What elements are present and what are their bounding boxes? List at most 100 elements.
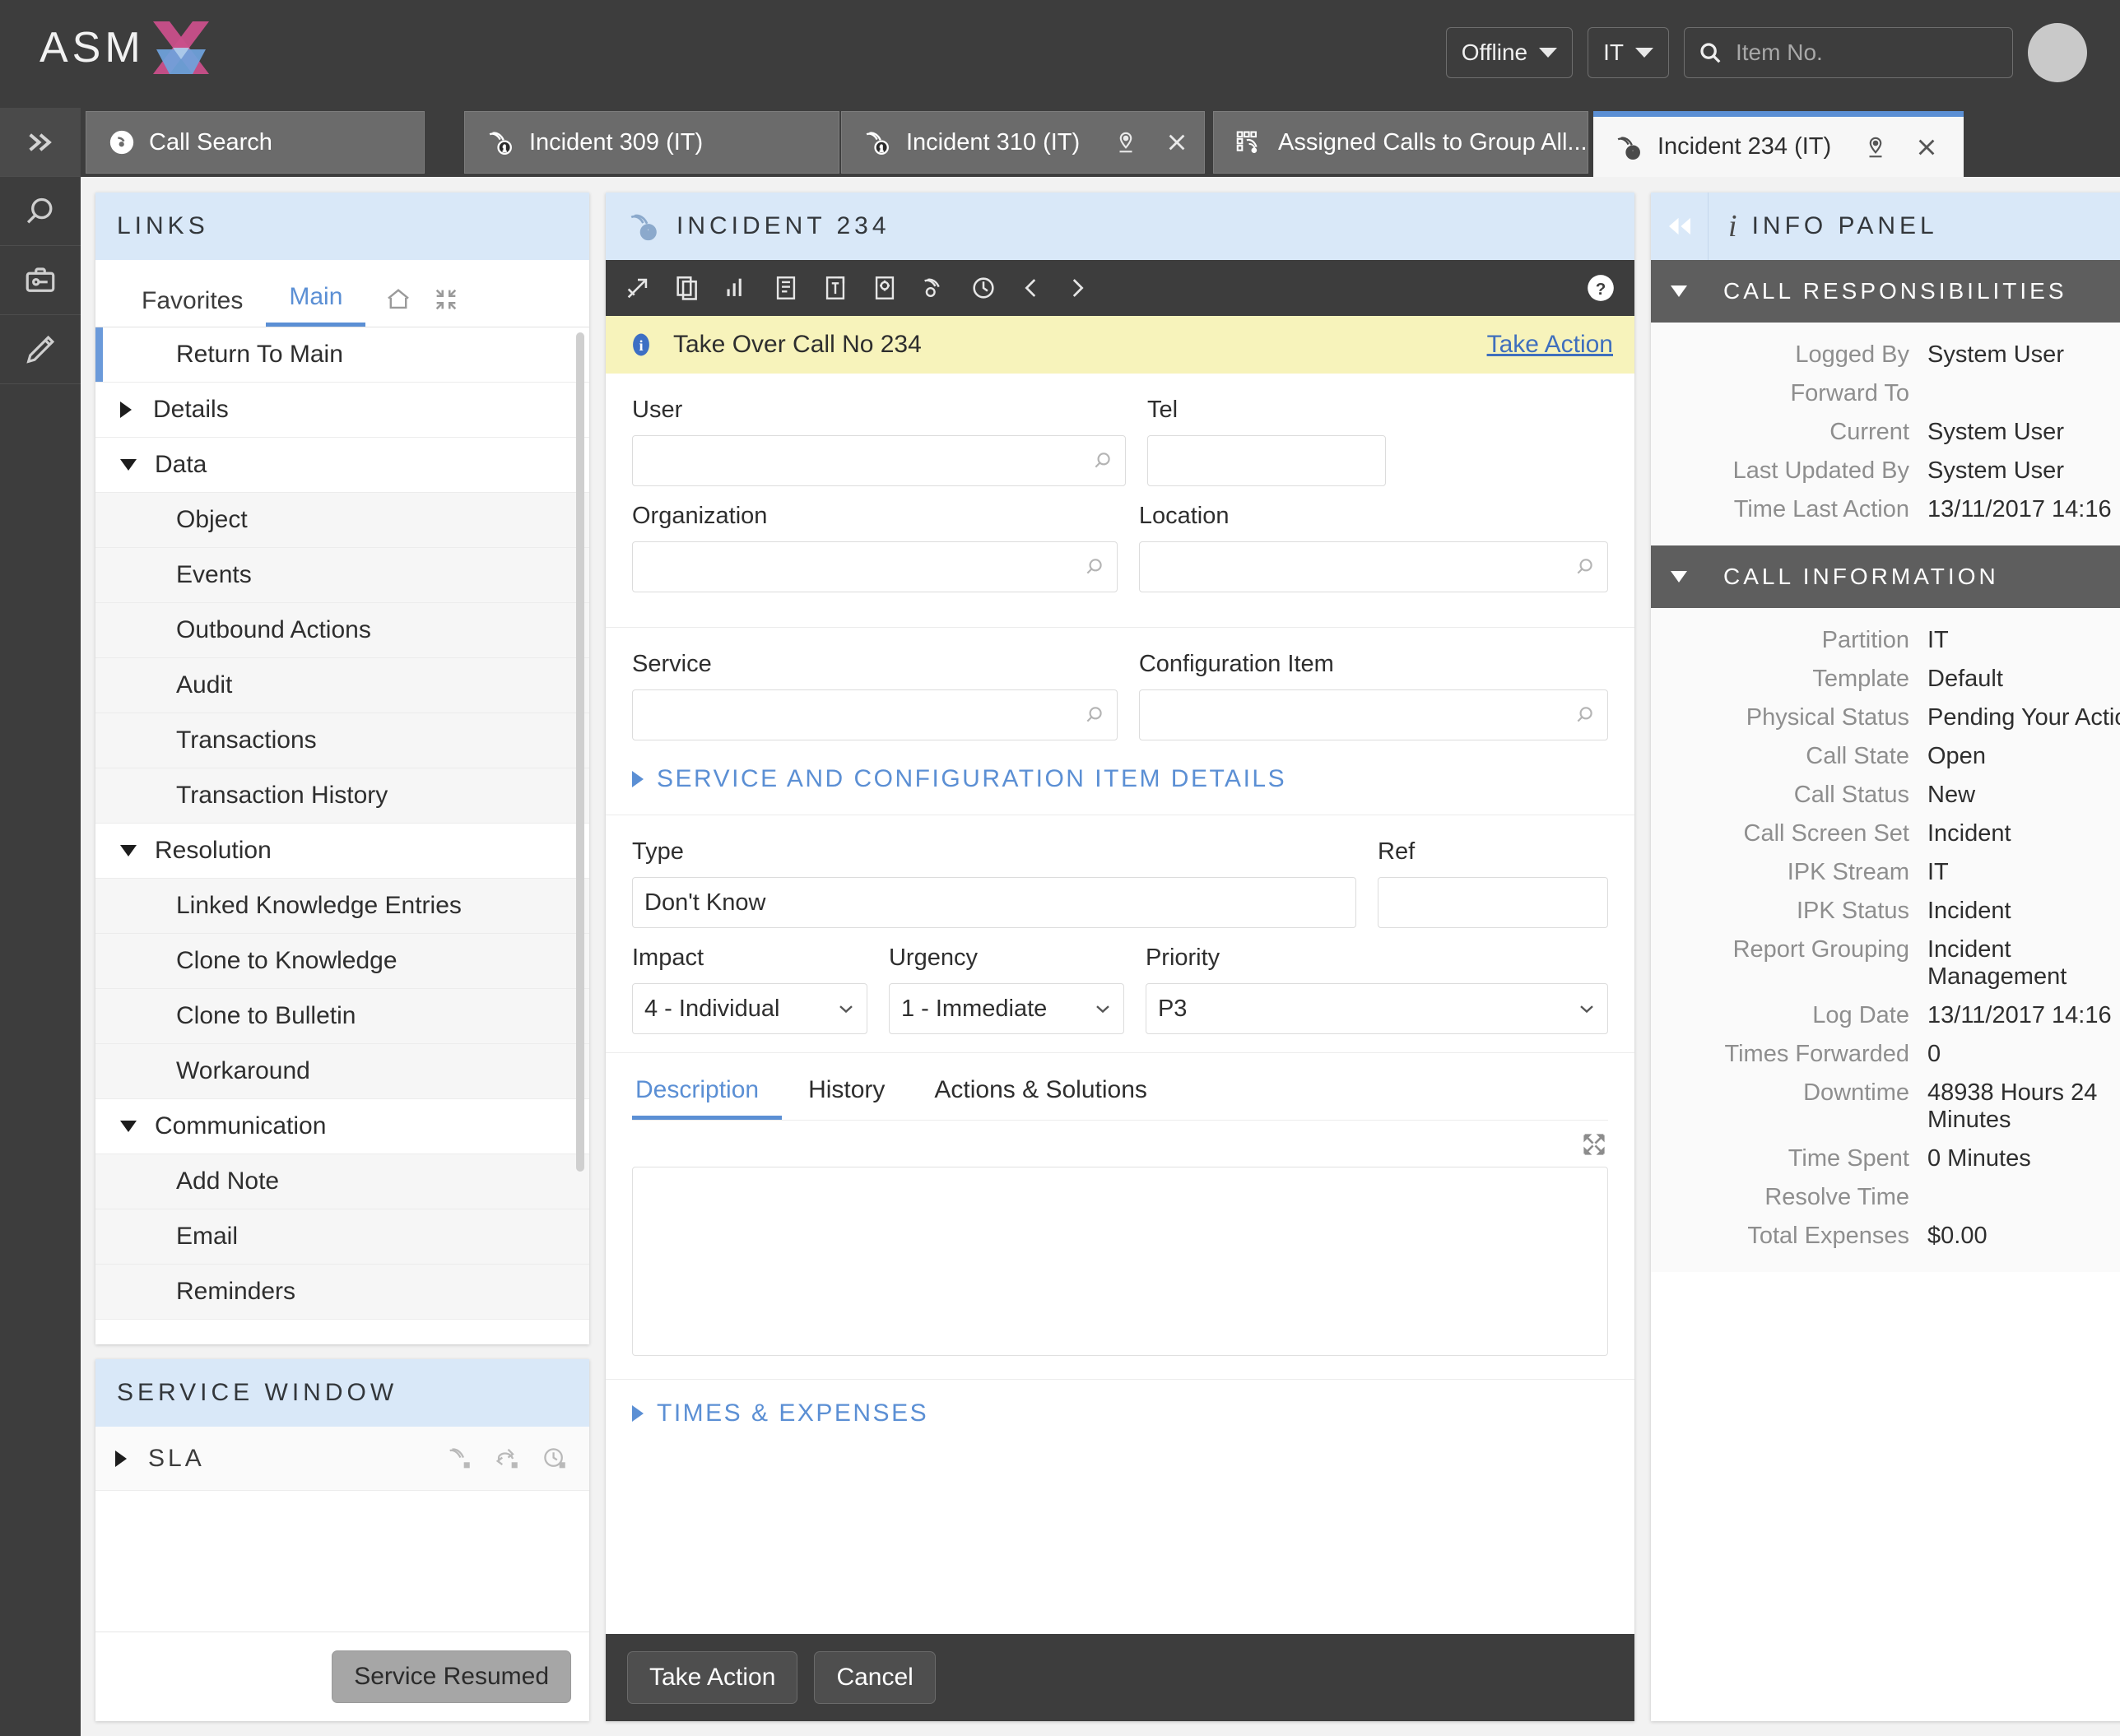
location-input[interactable] — [1138, 541, 1608, 592]
item-search-box[interactable]: Item No. — [1684, 27, 2013, 78]
configuration-item-input[interactable] — [1138, 689, 1608, 740]
link-group-communication[interactable]: Communication — [95, 1099, 589, 1154]
tab-incident-310[interactable]: i Incident 310 (IT) — [841, 111, 1205, 174]
call-icon[interactable] — [920, 274, 948, 302]
tab-description[interactable]: Description — [632, 1076, 783, 1120]
chart-icon[interactable] — [723, 274, 751, 302]
info-row: Total Expenses $0.00 — [1651, 1217, 2120, 1256]
type-input[interactable]: Don't Know — [632, 877, 1356, 928]
avatar[interactable] — [2028, 23, 2087, 82]
rail-edit-button[interactable] — [0, 315, 81, 384]
search-icon[interactable] — [1092, 450, 1113, 471]
link-item-clone-to-bulletin[interactable]: Clone to Bulletin — [95, 989, 589, 1044]
incident-footer: Take Action Cancel — [606, 1634, 1634, 1721]
link-item-linked-knowledge-entries[interactable]: Linked Knowledge Entries — [95, 879, 589, 934]
link-item-email[interactable]: Email — [95, 1209, 589, 1265]
info-key: Current — [1829, 419, 1909, 445]
user-input[interactable] — [632, 435, 1126, 486]
search-input[interactable]: Item No. — [1736, 39, 1823, 66]
tab-call-search[interactable]: Call Search — [86, 111, 425, 174]
help-icon[interactable]: ? — [1585, 272, 1616, 304]
link-item-transactions[interactable]: Transactions — [95, 713, 589, 768]
link-item-events[interactable]: Events — [95, 548, 589, 603]
rail-toolbox-button[interactable] — [0, 246, 81, 315]
close-icon[interactable] — [1915, 136, 1938, 159]
sla-row[interactable]: SLA — [95, 1427, 589, 1491]
document-icon[interactable] — [772, 274, 800, 302]
impact-urgency-priority-row: Impact 4 - Individual Urgency 1 - Immedi… — [632, 945, 1608, 1034]
link-item-object[interactable]: Object — [95, 493, 589, 548]
expand-icon[interactable] — [1580, 1130, 1608, 1158]
link-group-data[interactable]: Data — [95, 438, 589, 493]
link-item-transaction-history[interactable]: Transaction History — [95, 768, 589, 824]
status-dropdown[interactable]: Offline — [1445, 27, 1574, 78]
links-scrollbar[interactable] — [576, 332, 584, 1172]
info-key: Times Forwarded — [1724, 1041, 1909, 1067]
description-textarea[interactable] — [632, 1167, 1608, 1356]
priority-select[interactable]: P3 — [1145, 983, 1608, 1034]
clock-icon[interactable] — [969, 274, 997, 302]
document-export-icon[interactable] — [821, 274, 849, 302]
notice-take-action-link[interactable]: Take Action — [1487, 331, 1613, 359]
search-icon[interactable] — [1084, 704, 1105, 726]
tab-main[interactable]: Main — [266, 283, 366, 327]
search-icon[interactable] — [1574, 556, 1596, 578]
link-item-return-to-main[interactable]: Return To Main — [95, 327, 589, 383]
link-item-add-note[interactable]: Add Note — [95, 1154, 589, 1209]
info-key: Partition — [1821, 627, 1909, 653]
link-item-workaround[interactable]: Workaround — [95, 1044, 589, 1099]
pin-icon[interactable] — [1864, 135, 1887, 160]
call-responsibilities-list: Logged By System User Forward To Current… — [1651, 323, 2120, 545]
take-action-button[interactable]: Take Action — [627, 1651, 798, 1704]
link-item-clone-to-knowledge[interactable]: Clone to Knowledge — [95, 934, 589, 989]
copy-icon[interactable] — [673, 274, 701, 302]
service-resumed-button[interactable]: Service Resumed — [332, 1650, 571, 1703]
detach-icon[interactable] — [624, 274, 652, 302]
link-group-details[interactable]: Details — [95, 383, 589, 438]
next-icon[interactable] — [1065, 274, 1090, 302]
prev-icon[interactable] — [1019, 274, 1044, 302]
app-logo[interactable]: ASM — [40, 18, 212, 77]
link-item-audit[interactable]: Audit — [95, 658, 589, 713]
search-icon[interactable] — [1574, 704, 1596, 726]
rail-expand-button[interactable] — [0, 108, 81, 177]
tab-incident-234[interactable]: i Incident 234 (IT) — [1593, 111, 1964, 177]
settings-doc-icon[interactable] — [871, 274, 899, 302]
pin-icon[interactable] — [1114, 130, 1137, 155]
call-hold-icon[interactable] — [444, 1445, 474, 1473]
collapse-icon[interactable] — [431, 285, 461, 313]
link-label: Communication — [155, 1112, 327, 1140]
tab-incident-309[interactable]: i Incident 309 (IT) — [464, 111, 839, 174]
cancel-button[interactable]: Cancel — [814, 1651, 936, 1704]
urgency-select[interactable]: 1 - Immediate — [888, 983, 1124, 1034]
chevron-down-icon — [120, 845, 137, 856]
tab-actions-solutions[interactable]: Actions & Solutions — [931, 1076, 1169, 1120]
clock-hold-icon[interactable] — [540, 1445, 570, 1473]
links-icon-row — [365, 285, 461, 327]
tab-favorites[interactable]: Favorites — [119, 287, 266, 327]
call-responsibilities-header[interactable]: CALL RESPONSIBILITIES — [1651, 260, 2120, 323]
call-information-header[interactable]: CALL INFORMATION — [1651, 545, 2120, 608]
times-expenses-toggle[interactable]: TIMES & EXPENSES — [606, 1379, 1634, 1449]
link-label: Audit — [176, 671, 233, 699]
chevron-down-icon — [1671, 285, 1687, 297]
impact-select[interactable]: 4 - Individual — [632, 983, 867, 1034]
service-input[interactable] — [632, 689, 1118, 740]
service-ci-details-toggle[interactable]: SERVICE AND CONFIGURATION ITEM DETAILS — [606, 745, 1634, 815]
link-item-reminders[interactable]: Reminders — [95, 1265, 589, 1320]
close-icon[interactable] — [1165, 131, 1188, 154]
home-icon[interactable] — [384, 285, 413, 313]
tel-input[interactable] — [1147, 435, 1386, 486]
collapse-left-icon[interactable] — [1651, 193, 1709, 260]
organization-input[interactable] — [632, 541, 1118, 592]
info-value: 48938 Hours 24 Minutes — [1927, 1079, 2098, 1133]
link-group-resolution[interactable]: Resolution — [95, 824, 589, 879]
tab-history[interactable]: History — [805, 1076, 908, 1120]
search-icon[interactable] — [1084, 556, 1105, 578]
link-item-outbound-actions[interactable]: Outbound Actions — [95, 603, 589, 658]
tab-assigned-calls[interactable]: Assigned Calls to Group All... — [1213, 111, 1588, 174]
rail-search-button[interactable] — [0, 177, 81, 246]
partition-dropdown[interactable]: IT — [1588, 27, 1669, 78]
forward-hold-icon[interactable] — [492, 1445, 522, 1473]
ref-input[interactable] — [1378, 877, 1608, 928]
